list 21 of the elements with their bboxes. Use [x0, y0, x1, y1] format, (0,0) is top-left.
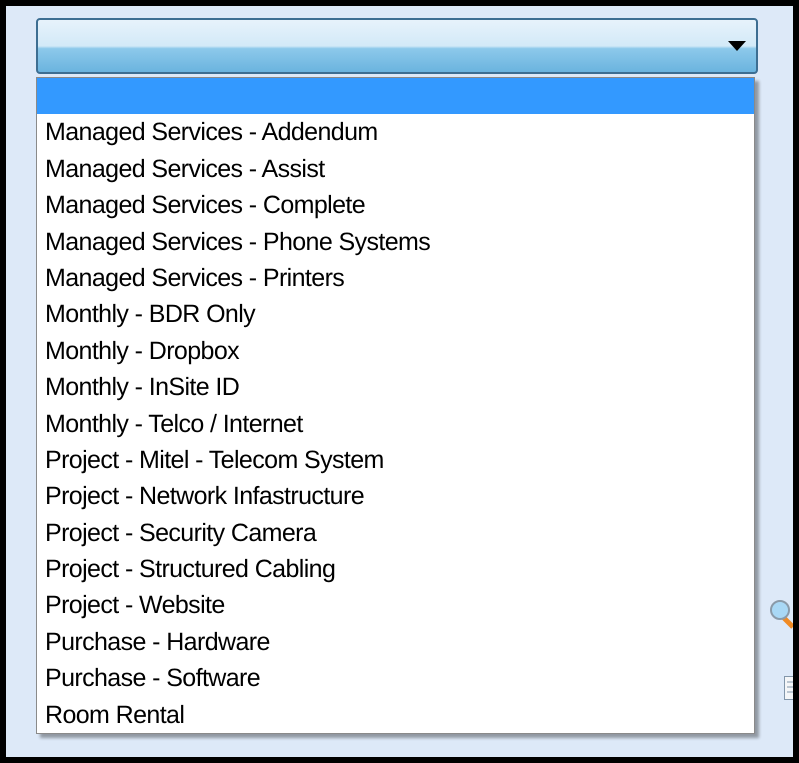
dropdown-item[interactable]: Purchase - Hardware	[37, 624, 754, 660]
dropdown-item[interactable]: Managed Services - Addendum	[37, 114, 754, 151]
dropdown-item[interactable]: Monthly - Telco / Internet	[37, 406, 754, 442]
dropdown-item[interactable]: Project - Network Infastructure	[37, 478, 754, 515]
dropdown-arrow-icon	[728, 41, 746, 51]
combo-box[interactable]	[36, 18, 758, 74]
dropdown-item[interactable]: Monthly - InSite ID	[37, 369, 754, 406]
dropdown-item[interactable]: Project - Website	[37, 587, 754, 624]
magnifier-icon[interactable]	[769, 599, 793, 629]
dropdown-item[interactable]: Monthly - BDR Only	[37, 296, 754, 333]
dropdown-item[interactable]: Project - Mitel - Telecom System	[37, 442, 754, 478]
dropdown-item[interactable]: Managed Services - Assist	[37, 150, 754, 188]
dropdown-item[interactable]: Managed Services - Phone Systems	[37, 224, 754, 260]
dropdown-item[interactable]: Project - Structured Cabling	[37, 551, 754, 588]
dropdown-item[interactable]: Monthly - Dropbox	[37, 332, 754, 370]
dropdown-item[interactable]: Managed Services - Printers	[37, 260, 754, 296]
dropdown-item[interactable]: Purchase - Software	[37, 660, 754, 697]
dropdown-item[interactable]: Room Rental	[37, 696, 754, 734]
document-icon[interactable]	[784, 676, 793, 700]
dropdown-item[interactable]: Project - Security Camera	[37, 514, 754, 552]
dropdown-item[interactable]: Managed Services - Complete	[37, 187, 754, 224]
